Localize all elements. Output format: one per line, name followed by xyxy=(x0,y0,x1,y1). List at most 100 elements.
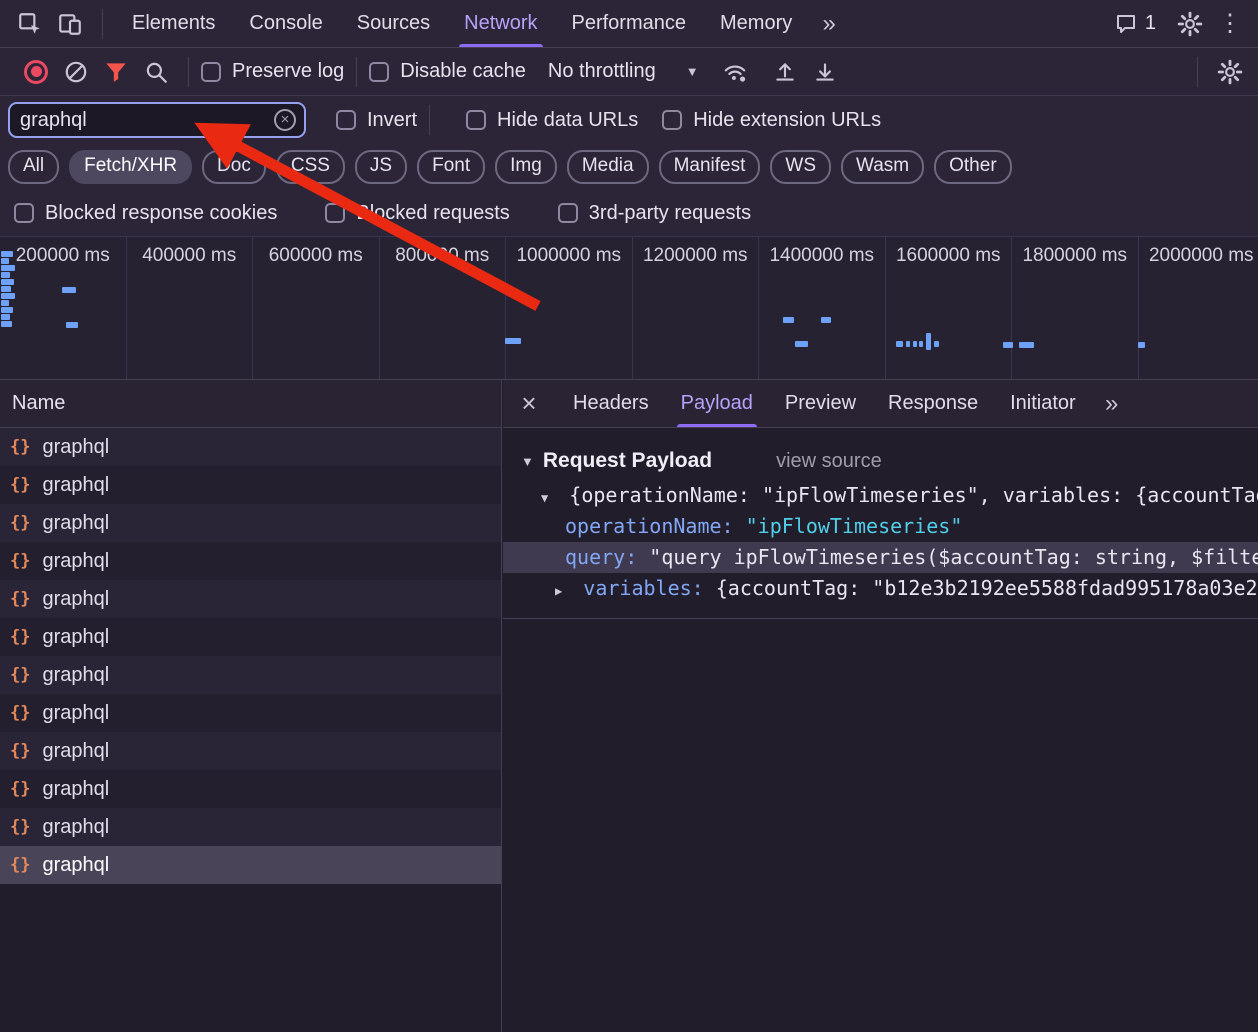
network-settings-button[interactable] xyxy=(1210,52,1250,92)
requests-table-header[interactable]: Name xyxy=(0,380,501,428)
request-row[interactable]: {}graphql xyxy=(0,504,501,542)
payload-variables-row[interactable]: ▶ variables: {accountTag: "b12e3b2192ee5… xyxy=(503,573,1258,604)
request-row[interactable]: {}graphql xyxy=(0,618,501,656)
message-count: 1 xyxy=(1145,12,1156,35)
chip-doc[interactable]: Doc xyxy=(202,150,266,184)
payload-query-row[interactable]: query: "query ipFlowTimeseries($accountT… xyxy=(503,542,1258,573)
hide-extension-urls-checkbox[interactable]: Hide extension URLs xyxy=(662,109,881,132)
tab-memory[interactable]: Memory xyxy=(703,0,809,47)
name-column-header: Name xyxy=(12,392,65,415)
filter-toggle-button[interactable] xyxy=(96,52,136,92)
search-network-button[interactable] xyxy=(136,52,176,92)
close-details-button[interactable]: × xyxy=(509,384,549,424)
request-row[interactable]: {}graphql xyxy=(0,466,501,504)
tab-headers[interactable]: Headers xyxy=(557,380,665,427)
divider xyxy=(429,105,430,135)
json-icon: {} xyxy=(10,665,30,685)
export-har-button[interactable] xyxy=(765,52,805,92)
console-messages-indicator[interactable]: 1 xyxy=(1114,12,1156,36)
record-network-log-button[interactable] xyxy=(16,52,56,92)
network-toolbar: Preserve log Disable cache No throttling… xyxy=(0,48,1258,96)
tab-console[interactable]: Console xyxy=(232,0,339,47)
request-name: graphql xyxy=(42,474,109,497)
divider xyxy=(102,9,103,39)
request-row[interactable]: {}graphql xyxy=(0,732,501,770)
tab-performance[interactable]: Performance xyxy=(555,0,704,47)
blocked-requests-checkbox[interactable]: Blocked requests xyxy=(325,202,509,225)
payload-section-title: Request Payload xyxy=(543,449,712,473)
chip-css[interactable]: CSS xyxy=(276,150,345,184)
checkbox-icon xyxy=(558,203,578,223)
request-name: graphql xyxy=(42,512,109,535)
tab-network[interactable]: Network xyxy=(447,0,554,47)
payload-root-line[interactable]: ▼ {operationName: "ipFlowTimeseries", va… xyxy=(503,480,1258,511)
waterfall-bar xyxy=(1,300,9,306)
network-conditions-button[interactable] xyxy=(715,52,755,92)
gear-icon xyxy=(1217,59,1243,85)
request-row[interactable]: {}graphql xyxy=(0,808,501,846)
request-row[interactable]: {}graphql xyxy=(0,846,501,884)
invert-checkbox[interactable]: Invert xyxy=(336,109,417,132)
record-icon xyxy=(24,60,48,84)
third-party-requests-checkbox[interactable]: 3rd-party requests xyxy=(558,202,751,225)
chip-font[interactable]: Font xyxy=(417,150,485,184)
request-row[interactable]: {} graphql xyxy=(0,656,501,694)
throttling-value: No throttling xyxy=(548,60,656,83)
divider xyxy=(1197,57,1198,87)
chip-img[interactable]: Img xyxy=(495,150,557,184)
view-source-link[interactable]: view source xyxy=(776,450,882,473)
chip-fetch-xhr[interactable]: Fetch/XHR xyxy=(69,150,192,184)
more-panels-button[interactable]: » xyxy=(809,4,849,44)
import-har-button[interactable] xyxy=(805,52,845,92)
request-name: graphql xyxy=(42,664,109,687)
checkbox-icon xyxy=(369,62,389,82)
blocked-response-cookies-checkbox[interactable]: Blocked response cookies xyxy=(14,202,277,225)
request-row[interactable]: {}graphql xyxy=(0,580,501,618)
waterfall-bar xyxy=(1019,342,1034,348)
request-payload-section[interactable]: ▼ Request Payload view source xyxy=(503,442,1258,480)
waterfall-bar xyxy=(795,341,808,347)
payload-key: variables: xyxy=(583,576,703,600)
payload-body: ▼ Request Payload view source ▼ {operati… xyxy=(503,442,1258,619)
collapse-triangle-icon: ▼ xyxy=(541,491,548,505)
tab-preview[interactable]: Preview xyxy=(769,380,872,427)
settings-button[interactable] xyxy=(1170,4,1210,44)
chip-media[interactable]: Media xyxy=(567,150,649,184)
tab-initiator[interactable]: Initiator xyxy=(994,380,1092,427)
chip-other[interactable]: Other xyxy=(934,150,1012,184)
tab-elements[interactable]: Elements xyxy=(115,0,232,47)
tab-payload[interactable]: Payload xyxy=(665,380,769,427)
inspect-element-button[interactable] xyxy=(10,4,50,44)
payload-operation-row[interactable]: operationName: "ipFlowTimeseries" xyxy=(503,511,1258,542)
request-row[interactable]: {}graphql xyxy=(0,542,501,580)
request-name: graphql xyxy=(42,778,109,801)
invert-label: Invert xyxy=(367,109,417,132)
chip-all[interactable]: All xyxy=(8,150,59,184)
payload-key: operationName: xyxy=(565,514,734,538)
more-detail-tabs-button[interactable]: » xyxy=(1092,384,1132,424)
throttling-dropdown[interactable]: No throttling ▼ xyxy=(548,60,699,83)
preserve-log-checkbox[interactable]: Preserve log xyxy=(201,60,344,83)
expand-triangle-icon: ▶ xyxy=(555,584,562,598)
request-row[interactable]: {}graphql xyxy=(0,428,501,466)
filter-input[interactable] xyxy=(20,109,274,132)
request-name: graphql xyxy=(42,816,109,839)
network-overview-timeline[interactable]: 200000 ms 400000 ms 600000 ms 800000 ms … xyxy=(0,236,1258,380)
hide-data-urls-checkbox[interactable]: Hide data URLs xyxy=(466,109,638,132)
tab-response[interactable]: Response xyxy=(872,380,994,427)
chip-manifest[interactable]: Manifest xyxy=(659,150,761,184)
chip-wasm[interactable]: Wasm xyxy=(841,150,924,184)
waterfall-bar xyxy=(821,317,831,323)
tab-sources[interactable]: Sources xyxy=(340,0,447,47)
chip-ws[interactable]: WS xyxy=(770,150,831,184)
device-toolbar-button[interactable] xyxy=(50,4,90,44)
kebab-menu-button[interactable]: ⋮ xyxy=(1210,4,1250,44)
clear-filter-icon[interactable]: × xyxy=(274,109,296,131)
disable-cache-checkbox[interactable]: Disable cache xyxy=(369,60,526,83)
request-row[interactable]: {}graphql xyxy=(0,694,501,732)
request-row[interactable]: {}graphql xyxy=(0,770,501,808)
divider xyxy=(356,57,357,87)
clear-network-log-button[interactable] xyxy=(56,52,96,92)
waterfall-bar xyxy=(1,265,15,271)
chip-js[interactable]: JS xyxy=(355,150,407,184)
